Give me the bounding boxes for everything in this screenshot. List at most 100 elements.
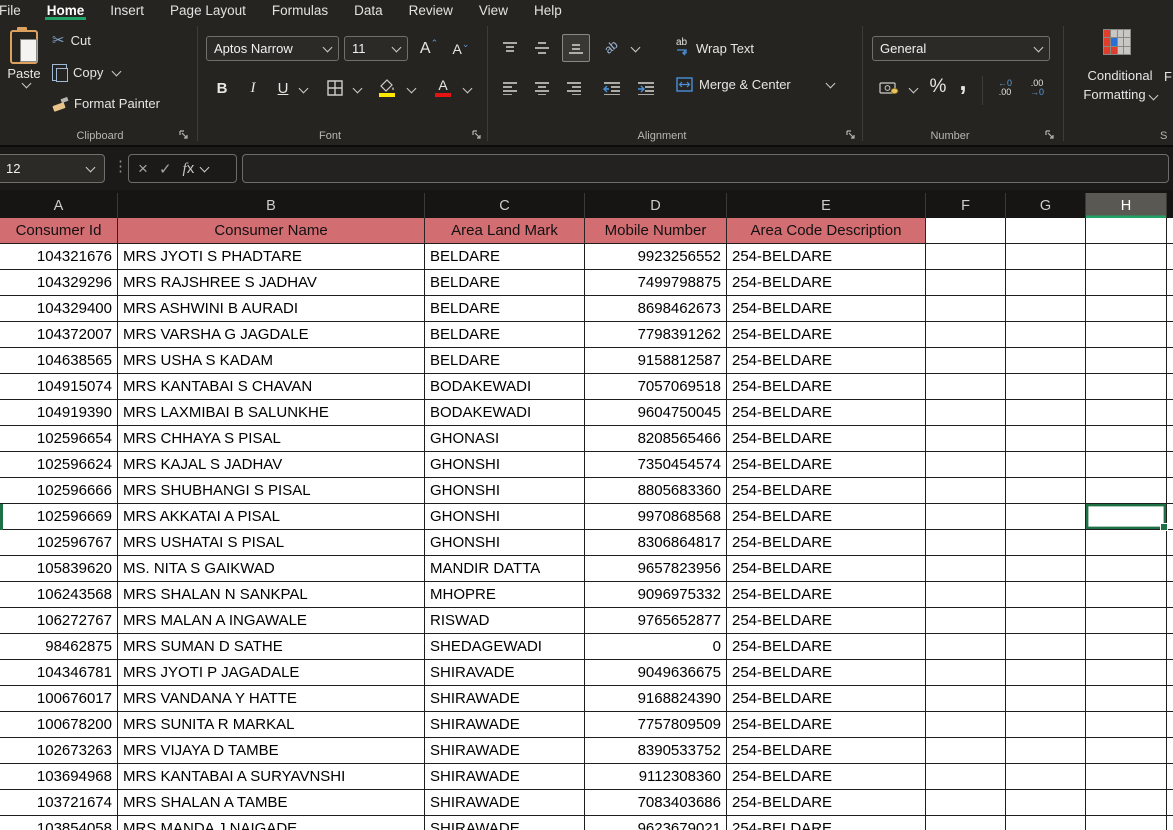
number-format-combobox[interactable]: General xyxy=(872,36,1050,61)
cell[interactable]: 7757809509 xyxy=(585,712,727,738)
cell[interactable]: 9765652877 xyxy=(585,608,727,634)
shrink-font-button[interactable]: A⌄ xyxy=(448,36,474,62)
cell[interactable]: MRS KANTABAI A SURYAVNSHI xyxy=(118,764,425,790)
empty-cell[interactable] xyxy=(926,608,1006,634)
empty-cell[interactable] xyxy=(1086,582,1167,608)
cell[interactable]: MRS JYOTI S PHADTARE xyxy=(118,244,425,270)
cell[interactable]: 7798391262 xyxy=(585,322,727,348)
cell[interactable]: 104321676 xyxy=(0,244,118,270)
column-header-B[interactable]: B xyxy=(118,193,425,218)
empty-cell[interactable] xyxy=(1167,348,1173,374)
cell[interactable]: 9923256552 xyxy=(585,244,727,270)
empty-cell[interactable] xyxy=(1167,322,1173,348)
empty-cell[interactable] xyxy=(1086,790,1167,816)
cell[interactable]: 254-BELDARE xyxy=(727,712,926,738)
bottom-align-button[interactable] xyxy=(562,34,590,62)
cell[interactable]: MRS VANDANA Y HATTE xyxy=(118,686,425,712)
cell[interactable]: BODAKEWADI xyxy=(425,400,585,426)
cell[interactable]: 8390533752 xyxy=(585,738,727,764)
cell[interactable]: 102596624 xyxy=(0,452,118,478)
cut-button[interactable]: ✂ Cut xyxy=(52,33,91,48)
empty-cell[interactable] xyxy=(926,764,1006,790)
empty-cell[interactable] xyxy=(1006,712,1086,738)
cell[interactable]: 9604750045 xyxy=(585,400,727,426)
tab-review[interactable]: Review xyxy=(396,0,466,20)
empty-cell[interactable] xyxy=(1006,348,1086,374)
empty-cell[interactable] xyxy=(1006,790,1086,816)
empty-cell[interactable] xyxy=(926,790,1006,816)
field-header-cell[interactable]: Area Code Description xyxy=(727,218,926,244)
empty-cell[interactable] xyxy=(1086,816,1167,830)
empty-cell[interactable] xyxy=(1086,608,1167,634)
font-size-combobox[interactable]: 11 xyxy=(344,36,408,61)
column-header-D[interactable]: D xyxy=(585,193,727,218)
empty-cell[interactable] xyxy=(1167,374,1173,400)
cell[interactable]: MRS KAJAL S JADHAV xyxy=(118,452,425,478)
formula-bar-drag-dots[interactable]: ⋮ xyxy=(113,157,128,175)
empty-cell[interactable] xyxy=(1167,530,1173,556)
empty-cell[interactable] xyxy=(926,322,1006,348)
tab-file[interactable]: File xyxy=(0,0,34,20)
cell[interactable]: 9657823956 xyxy=(585,556,727,582)
empty-cell[interactable] xyxy=(1006,660,1086,686)
increase-indent-button[interactable] xyxy=(634,76,658,100)
empty-cell[interactable] xyxy=(926,686,1006,712)
empty-cell[interactable] xyxy=(1167,608,1173,634)
empty-cell[interactable] xyxy=(1167,712,1173,738)
empty-cell[interactable] xyxy=(1086,296,1167,322)
empty-cell[interactable] xyxy=(1006,426,1086,452)
empty-cell[interactable] xyxy=(926,582,1006,608)
cell[interactable]: 106272767 xyxy=(0,608,118,634)
cell[interactable]: 254-BELDARE xyxy=(727,400,926,426)
tab-home[interactable]: Home xyxy=(34,0,98,20)
empty-cell[interactable] xyxy=(1006,816,1086,830)
cell[interactable]: MS. NITA S GAIKWAD xyxy=(118,556,425,582)
cell[interactable]: 254-BELDARE xyxy=(727,270,926,296)
cell[interactable]: MRS SHALAN A TAMBE xyxy=(118,790,425,816)
cell[interactable]: MRS SUNITA R MARKAL xyxy=(118,712,425,738)
cell[interactable]: 9970868568 xyxy=(585,504,727,530)
empty-cell[interactable] xyxy=(926,478,1006,504)
bold-button[interactable]: B xyxy=(212,76,232,100)
cell[interactable]: 254-BELDARE xyxy=(727,296,926,322)
empty-cell[interactable] xyxy=(1086,764,1167,790)
empty-cell[interactable] xyxy=(1167,738,1173,764)
cell[interactable]: 104346781 xyxy=(0,660,118,686)
cell[interactable]: MRS CHHAYA S PISAL xyxy=(118,426,425,452)
cell[interactable]: GHONSHI xyxy=(425,478,585,504)
orientation-button[interactable]: ab xyxy=(593,29,630,66)
cell[interactable]: MRS VIJAYA D TAMBE xyxy=(118,738,425,764)
align-center-button[interactable] xyxy=(530,76,554,100)
cell[interactable]: 254-BELDARE xyxy=(727,348,926,374)
cell[interactable]: 105839620 xyxy=(0,556,118,582)
empty-cell[interactable] xyxy=(1006,244,1086,270)
cell[interactable]: 104372007 xyxy=(0,322,118,348)
cell[interactable]: MRS VARSHA G JAGDALE xyxy=(118,322,425,348)
cell[interactable]: SHIRAVADE xyxy=(425,660,585,686)
cell[interactable]: 106243568 xyxy=(0,582,118,608)
empty-cell[interactable] xyxy=(926,504,1006,530)
cell[interactable]: 9168824390 xyxy=(585,686,727,712)
font-color-button[interactable]: A xyxy=(432,74,454,102)
insert-function-button[interactable]: fx xyxy=(183,160,195,178)
empty-cell[interactable] xyxy=(1086,374,1167,400)
empty-cell[interactable] xyxy=(926,374,1006,400)
column-header-F[interactable]: F xyxy=(926,193,1006,218)
top-align-button[interactable] xyxy=(498,36,522,60)
cell[interactable]: 103694968 xyxy=(0,764,118,790)
empty-cell[interactable] xyxy=(1167,764,1173,790)
cell[interactable]: 104638565 xyxy=(0,348,118,374)
number-dialog-launcher[interactable] xyxy=(1044,129,1056,141)
cell[interactable]: 102596666 xyxy=(0,478,118,504)
empty-cell[interactable] xyxy=(1086,660,1167,686)
cell[interactable]: 254-BELDARE xyxy=(727,244,926,270)
paste-button[interactable]: Paste xyxy=(2,26,46,122)
empty-cell[interactable] xyxy=(1167,634,1173,660)
cell[interactable]: RISWAD xyxy=(425,608,585,634)
tab-page-layout[interactable]: Page Layout xyxy=(157,0,259,20)
cell[interactable]: MRS KANTABAI S CHAVAN xyxy=(118,374,425,400)
cell[interactable]: MRS JYOTI P JAGADALE xyxy=(118,660,425,686)
column-header-E[interactable]: E xyxy=(727,193,926,218)
column-header-A[interactable]: A xyxy=(0,193,118,218)
empty-cell[interactable] xyxy=(1006,452,1086,478)
